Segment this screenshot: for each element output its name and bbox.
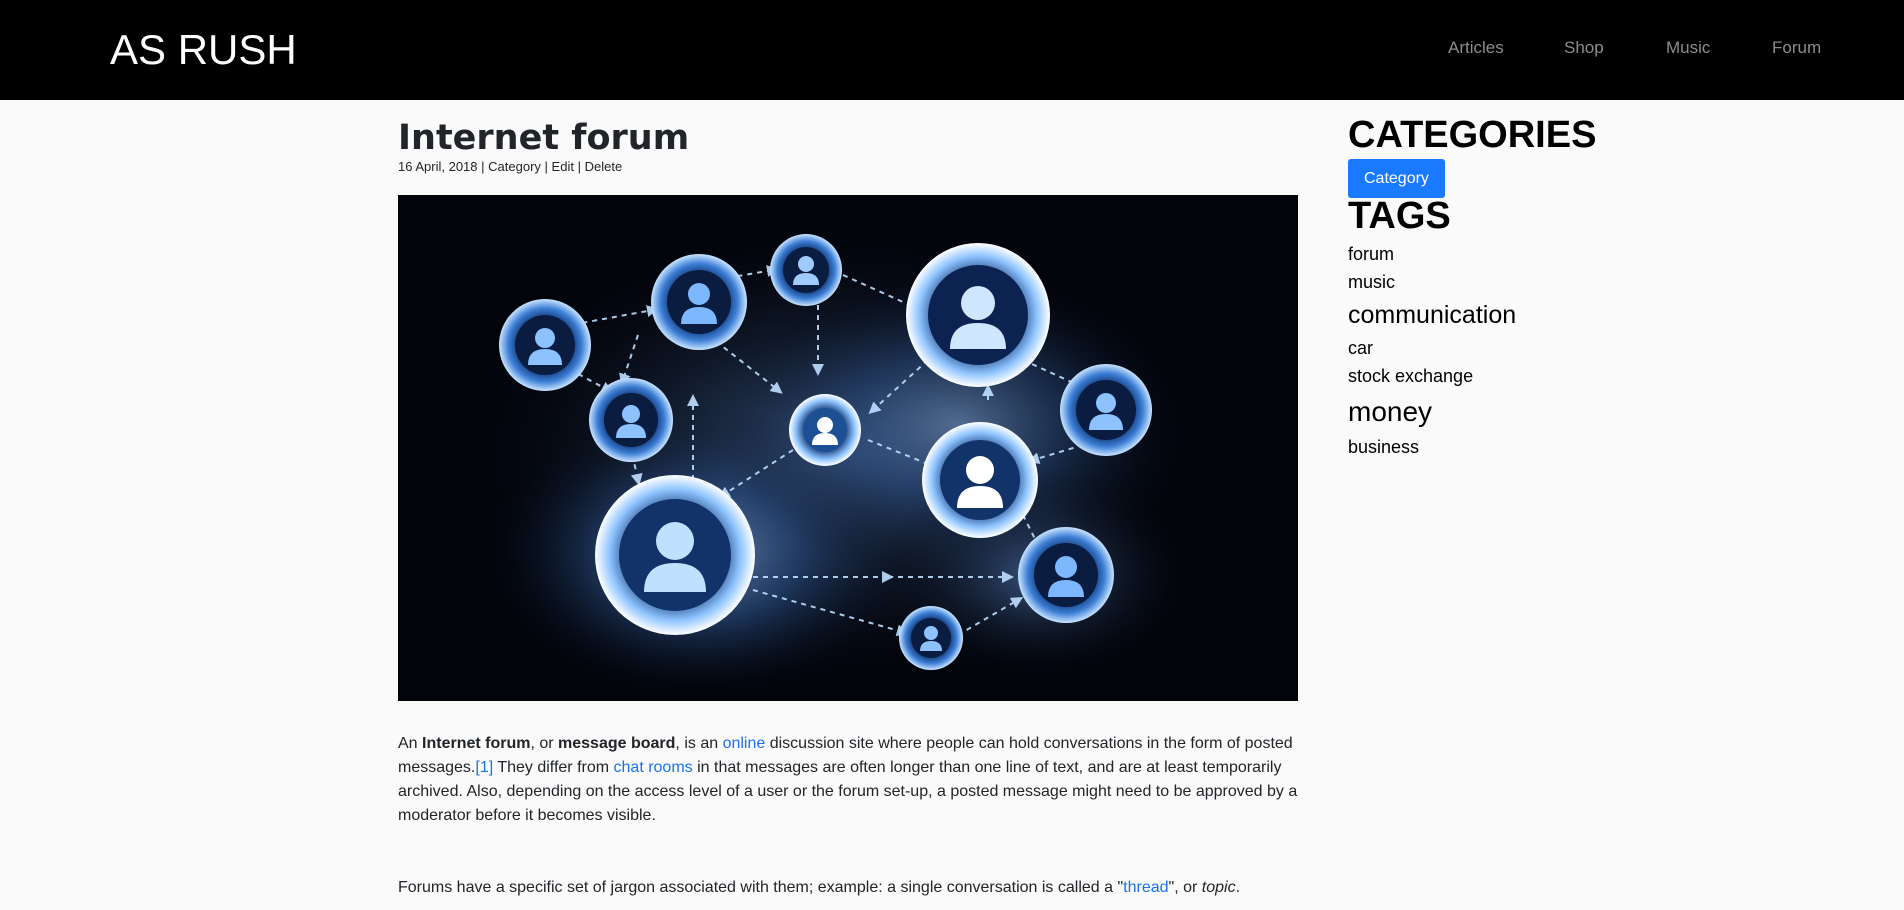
paragraph-text: .	[1235, 879, 1241, 896]
category-button[interactable]: Category	[1348, 159, 1445, 198]
paragraph-text: They differ from	[493, 759, 614, 776]
link-online[interactable]: online	[723, 735, 766, 752]
paragraph-text: ", or	[1168, 879, 1202, 896]
meta-separator: |	[577, 159, 581, 174]
link-thread[interactable]: thread	[1123, 879, 1168, 896]
site-brand-link[interactable]: AS RUSH	[110, 26, 297, 74]
tag-forum[interactable]: forum	[1348, 243, 1394, 265]
categories-heading: CATEGORIES	[1348, 114, 1597, 156]
post-title: Internet forum	[398, 118, 690, 158]
tag-car[interactable]: car	[1348, 337, 1373, 359]
paragraph-text: Forums have a specific set of jargon ass…	[398, 879, 1124, 896]
tag-communication[interactable]: communication	[1348, 300, 1516, 330]
reference-link[interactable]: [1]	[475, 759, 493, 776]
bold-term: Internet forum	[422, 735, 531, 752]
network-illustration	[398, 195, 1298, 701]
top-navbar: AS RUSH Articles Shop Music Forum	[0, 0, 1904, 100]
nav-link-shop[interactable]: Shop	[1564, 38, 1604, 58]
post-meta: 16 April, 2018 | Category | Edit | Delet…	[398, 159, 622, 175]
article-paragraph: An Internet forum, or message board, is …	[398, 732, 1298, 828]
paragraph-text: , or	[530, 735, 559, 752]
tag-music[interactable]: music	[1348, 271, 1395, 293]
post-category-link[interactable]: Category	[488, 159, 541, 174]
post-date: 16 April, 2018	[398, 159, 478, 174]
paragraph-text: An	[398, 735, 423, 752]
tag-business[interactable]: business	[1348, 436, 1419, 458]
paragraph-text: , is an	[675, 735, 723, 752]
article-paragraph: Forums have a specific set of jargon ass…	[398, 876, 1298, 900]
tags-heading: TAGS	[1348, 195, 1451, 237]
meta-separator: |	[481, 159, 485, 174]
italic-term: topic	[1201, 879, 1236, 896]
tag-money[interactable]: money	[1348, 395, 1432, 429]
post-edit-link[interactable]: Edit	[552, 159, 574, 174]
post-delete-link[interactable]: Delete	[585, 159, 623, 174]
tag-stock-exchange[interactable]: stock exchange	[1348, 365, 1473, 387]
nav-link-music[interactable]: Music	[1666, 38, 1710, 58]
bold-term: message board	[558, 735, 676, 752]
nav-link-articles[interactable]: Articles	[1448, 38, 1504, 58]
link-chat-rooms[interactable]: chat rooms	[614, 759, 693, 776]
meta-separator: |	[544, 159, 548, 174]
post-hero-image	[398, 195, 1298, 701]
nav-link-forum[interactable]: Forum	[1772, 38, 1821, 58]
